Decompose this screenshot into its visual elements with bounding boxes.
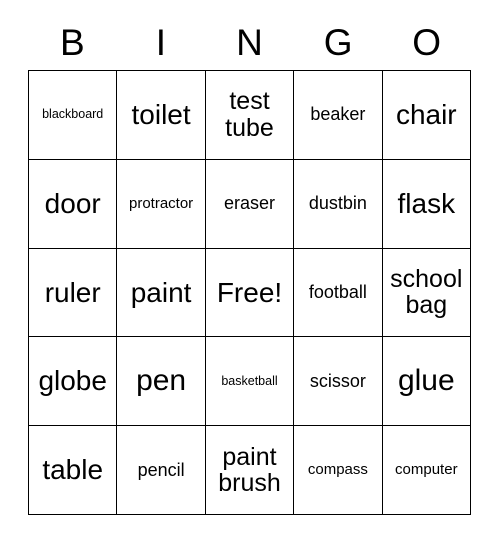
bingo-cell-label: basketball — [221, 373, 278, 388]
bingo-cell-label: ruler — [44, 276, 101, 308]
bingo-header-letter-o: O — [412, 21, 442, 63]
bingo-cell[interactable]: blackboard — [29, 71, 118, 160]
bingo-cell[interactable]: football — [294, 248, 383, 338]
bingo-cell-label: eraser — [223, 193, 275, 214]
bingo-cell-label: school bag — [390, 264, 463, 320]
bingo-header-letter-b: B — [59, 21, 85, 63]
bingo-cell[interactable]: scissor — [294, 337, 383, 427]
bingo-cell-label: door — [44, 187, 101, 219]
bingo-cell-label: protractor — [128, 194, 194, 212]
bingo-cell-label: toilet — [131, 99, 191, 131]
bingo-header-letter-n: N — [236, 21, 263, 63]
bingo-cell-label: table — [42, 454, 104, 486]
bingo-cell-label: glue — [397, 364, 455, 398]
bingo-cell[interactable]: door — [29, 159, 118, 249]
bingo-cell[interactable]: toilet — [117, 71, 206, 160]
bingo-cell[interactable]: school bag — [382, 248, 471, 338]
bingo-cell[interactable]: protractor — [117, 159, 206, 249]
bingo-cell[interactable]: paint — [117, 248, 206, 338]
bingo-cell-label: globe — [38, 365, 107, 397]
bingo-cell-label: dustbin — [308, 193, 367, 214]
bingo-cell-label: blackboard — [42, 107, 104, 122]
bingo-cell-free[interactable]: Free! — [205, 248, 295, 338]
bingo-cell-label: football — [308, 281, 367, 302]
bingo-cell[interactable]: chair — [382, 71, 471, 160]
bingo-cell-label: scissor — [309, 370, 366, 391]
bingo-cell-label: chair — [395, 99, 457, 131]
bingo-cell[interactable]: globe — [29, 337, 118, 427]
bingo-header-letter-i: I — [155, 21, 167, 63]
bingo-cell-label: test tube — [225, 87, 274, 142]
bingo-cell-label: paint brush — [218, 442, 281, 498]
bingo-header-letter-g: G — [323, 21, 353, 63]
bingo-cell[interactable]: flask — [382, 159, 471, 249]
bingo-cell[interactable]: beaker — [294, 71, 383, 160]
bingo-cell[interactable]: ruler — [29, 248, 118, 338]
bingo-cell-label: computer — [395, 461, 458, 479]
bingo-cell-label: beaker — [310, 104, 366, 125]
bingo-header-row: BINGO — [28, 18, 471, 66]
bingo-cell[interactable]: computer — [382, 426, 471, 515]
bingo-cell[interactable]: eraser — [205, 159, 295, 249]
bingo-grid: blackboard toilet test tube beaker chair door… — [28, 70, 471, 515]
bingo-cell[interactable]: table — [29, 426, 118, 515]
bingo-cell[interactable]: glue — [382, 337, 471, 427]
bingo-cell-label: compass — [307, 461, 368, 479]
bingo-cell-label: Free! — [216, 276, 283, 308]
bingo-cell-label: flask — [397, 187, 456, 219]
bingo-cell[interactable]: pencil — [117, 426, 206, 515]
bingo-cell-label: pencil — [137, 459, 185, 480]
bingo-cell[interactable]: compass — [294, 426, 383, 515]
bingo-cell[interactable]: pen — [117, 337, 206, 427]
bingo-cell[interactable]: basketball — [205, 337, 295, 427]
bingo-cell[interactable]: paint brush — [205, 426, 295, 515]
bingo-cell[interactable]: dustbin — [294, 159, 383, 249]
bingo-card: B I N G O blackboard toilet test tube beaker cha… — [0, 0, 500, 544]
bingo-cell-label: pen — [136, 364, 187, 398]
bingo-cell-label: paint — [130, 276, 192, 308]
bingo-cell[interactable]: test tube — [205, 71, 295, 160]
